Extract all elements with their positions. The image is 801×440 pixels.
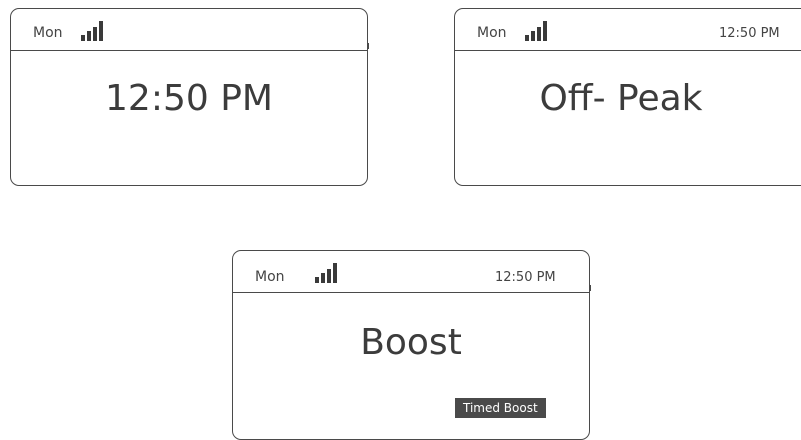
display-screen-off-peak: Mon 12:50 PM Off- Peak — [454, 8, 801, 186]
timed-boost-badge: Timed Boost — [455, 398, 546, 418]
signal-strength-icon — [81, 21, 105, 41]
status-bar: Mon — [11, 9, 367, 51]
main-display-text: 12:50 PM — [105, 78, 273, 119]
status-bar: Mon 12:50 PM — [233, 251, 589, 293]
signal-strength-icon — [525, 21, 549, 41]
signal-strength-icon — [315, 263, 339, 283]
day-label: Mon — [477, 25, 507, 41]
main-display-text: Off- Peak — [539, 78, 703, 119]
display-screen-clock: Mon 12:50 PM — [10, 8, 369, 186]
status-time: 12:50 PM — [719, 26, 780, 41]
main-display-text: Boost — [360, 322, 462, 363]
display-screen-boost: Mon 12:50 PM Boost Timed Boost — [232, 250, 591, 440]
status-time: 12:50 PM — [495, 270, 556, 285]
status-bar: Mon 12:50 PM — [455, 9, 801, 51]
day-label: Mon — [33, 25, 63, 41]
day-label: Mon — [255, 269, 285, 285]
